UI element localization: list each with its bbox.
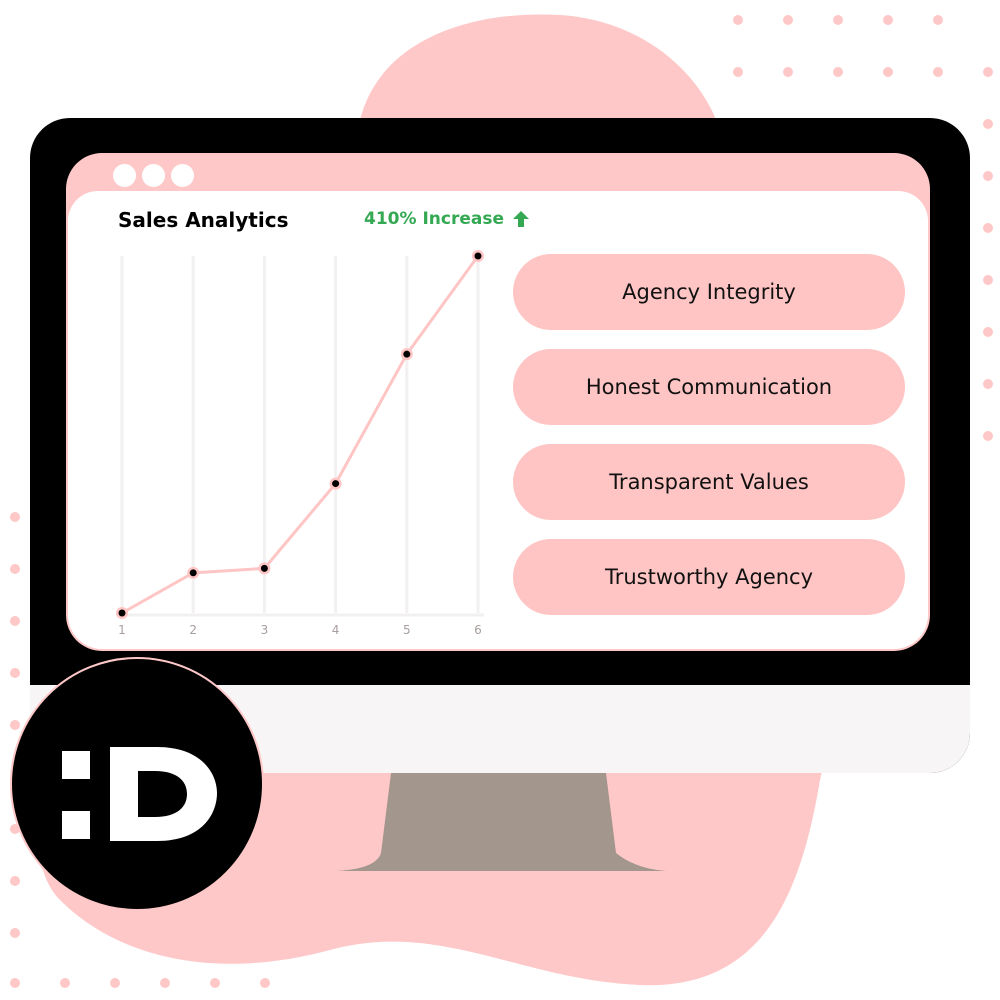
x-tick-label: 3 (261, 623, 269, 637)
analytics-panel: Sales Analytics 410% Increase 123456 Age… (68, 191, 928, 649)
series-line (121, 255, 480, 615)
window-control-dot[interactable] (171, 164, 194, 187)
pill-honest-communication[interactable]: Honest Communication (513, 349, 905, 425)
window-control-dot[interactable] (142, 164, 165, 187)
monitor-stand (336, 773, 666, 871)
pill-trustworthy-agency[interactable]: Trustworthy Agency (513, 539, 905, 615)
decor-dot (783, 15, 793, 25)
decor-dot (10, 616, 20, 626)
decor-dot (933, 15, 943, 25)
decor-dot (983, 431, 993, 441)
arrow-up-icon (513, 211, 529, 227)
decor-dot (983, 67, 993, 77)
x-tick-label: 5 (403, 623, 411, 637)
line-chart: 1 2 3 4 5 6 (116, 250, 484, 637)
decor-dot (733, 67, 743, 77)
data-point (403, 350, 411, 358)
decor-dot (10, 512, 20, 522)
logo-mark (62, 747, 217, 841)
data-point (189, 569, 197, 577)
decor-dot (983, 171, 993, 181)
x-tick-label: 4 (332, 623, 340, 637)
decor-dot (883, 15, 893, 25)
decor-dot (833, 67, 843, 77)
x-tick-label: 2 (189, 623, 197, 637)
decor-dot (733, 15, 743, 25)
browser-window: Sales Analytics 410% Increase 123456 Age… (66, 153, 930, 651)
decor-dot (10, 928, 20, 938)
decor-dot (110, 978, 120, 988)
decor-dot (60, 978, 70, 988)
decor-dot (160, 978, 170, 988)
data-point (474, 252, 482, 260)
x-tick-label: 6 (474, 623, 482, 637)
decor-dot (833, 15, 843, 25)
decor-dot (10, 564, 20, 574)
decor-dot (210, 978, 220, 988)
logo (10, 657, 264, 911)
window-control-dot[interactable] (113, 164, 136, 187)
pill-transparent-values[interactable]: Transparent Values (513, 444, 905, 520)
decor-dot (983, 223, 993, 233)
data-point (332, 480, 340, 488)
decor-dot (260, 978, 270, 988)
x-tick-label: 1 (118, 623, 126, 637)
decor-dot (933, 67, 943, 77)
decor-dot (983, 275, 993, 285)
decor-dot (983, 379, 993, 389)
decor-dot (10, 978, 20, 988)
decor-dot (883, 67, 893, 77)
data-point (118, 609, 126, 617)
decor-dot (983, 327, 993, 337)
pill-agency-integrity[interactable]: Agency Integrity (513, 254, 905, 330)
decor-dot (983, 119, 993, 129)
data-point (260, 564, 268, 572)
decor-dot (783, 67, 793, 77)
